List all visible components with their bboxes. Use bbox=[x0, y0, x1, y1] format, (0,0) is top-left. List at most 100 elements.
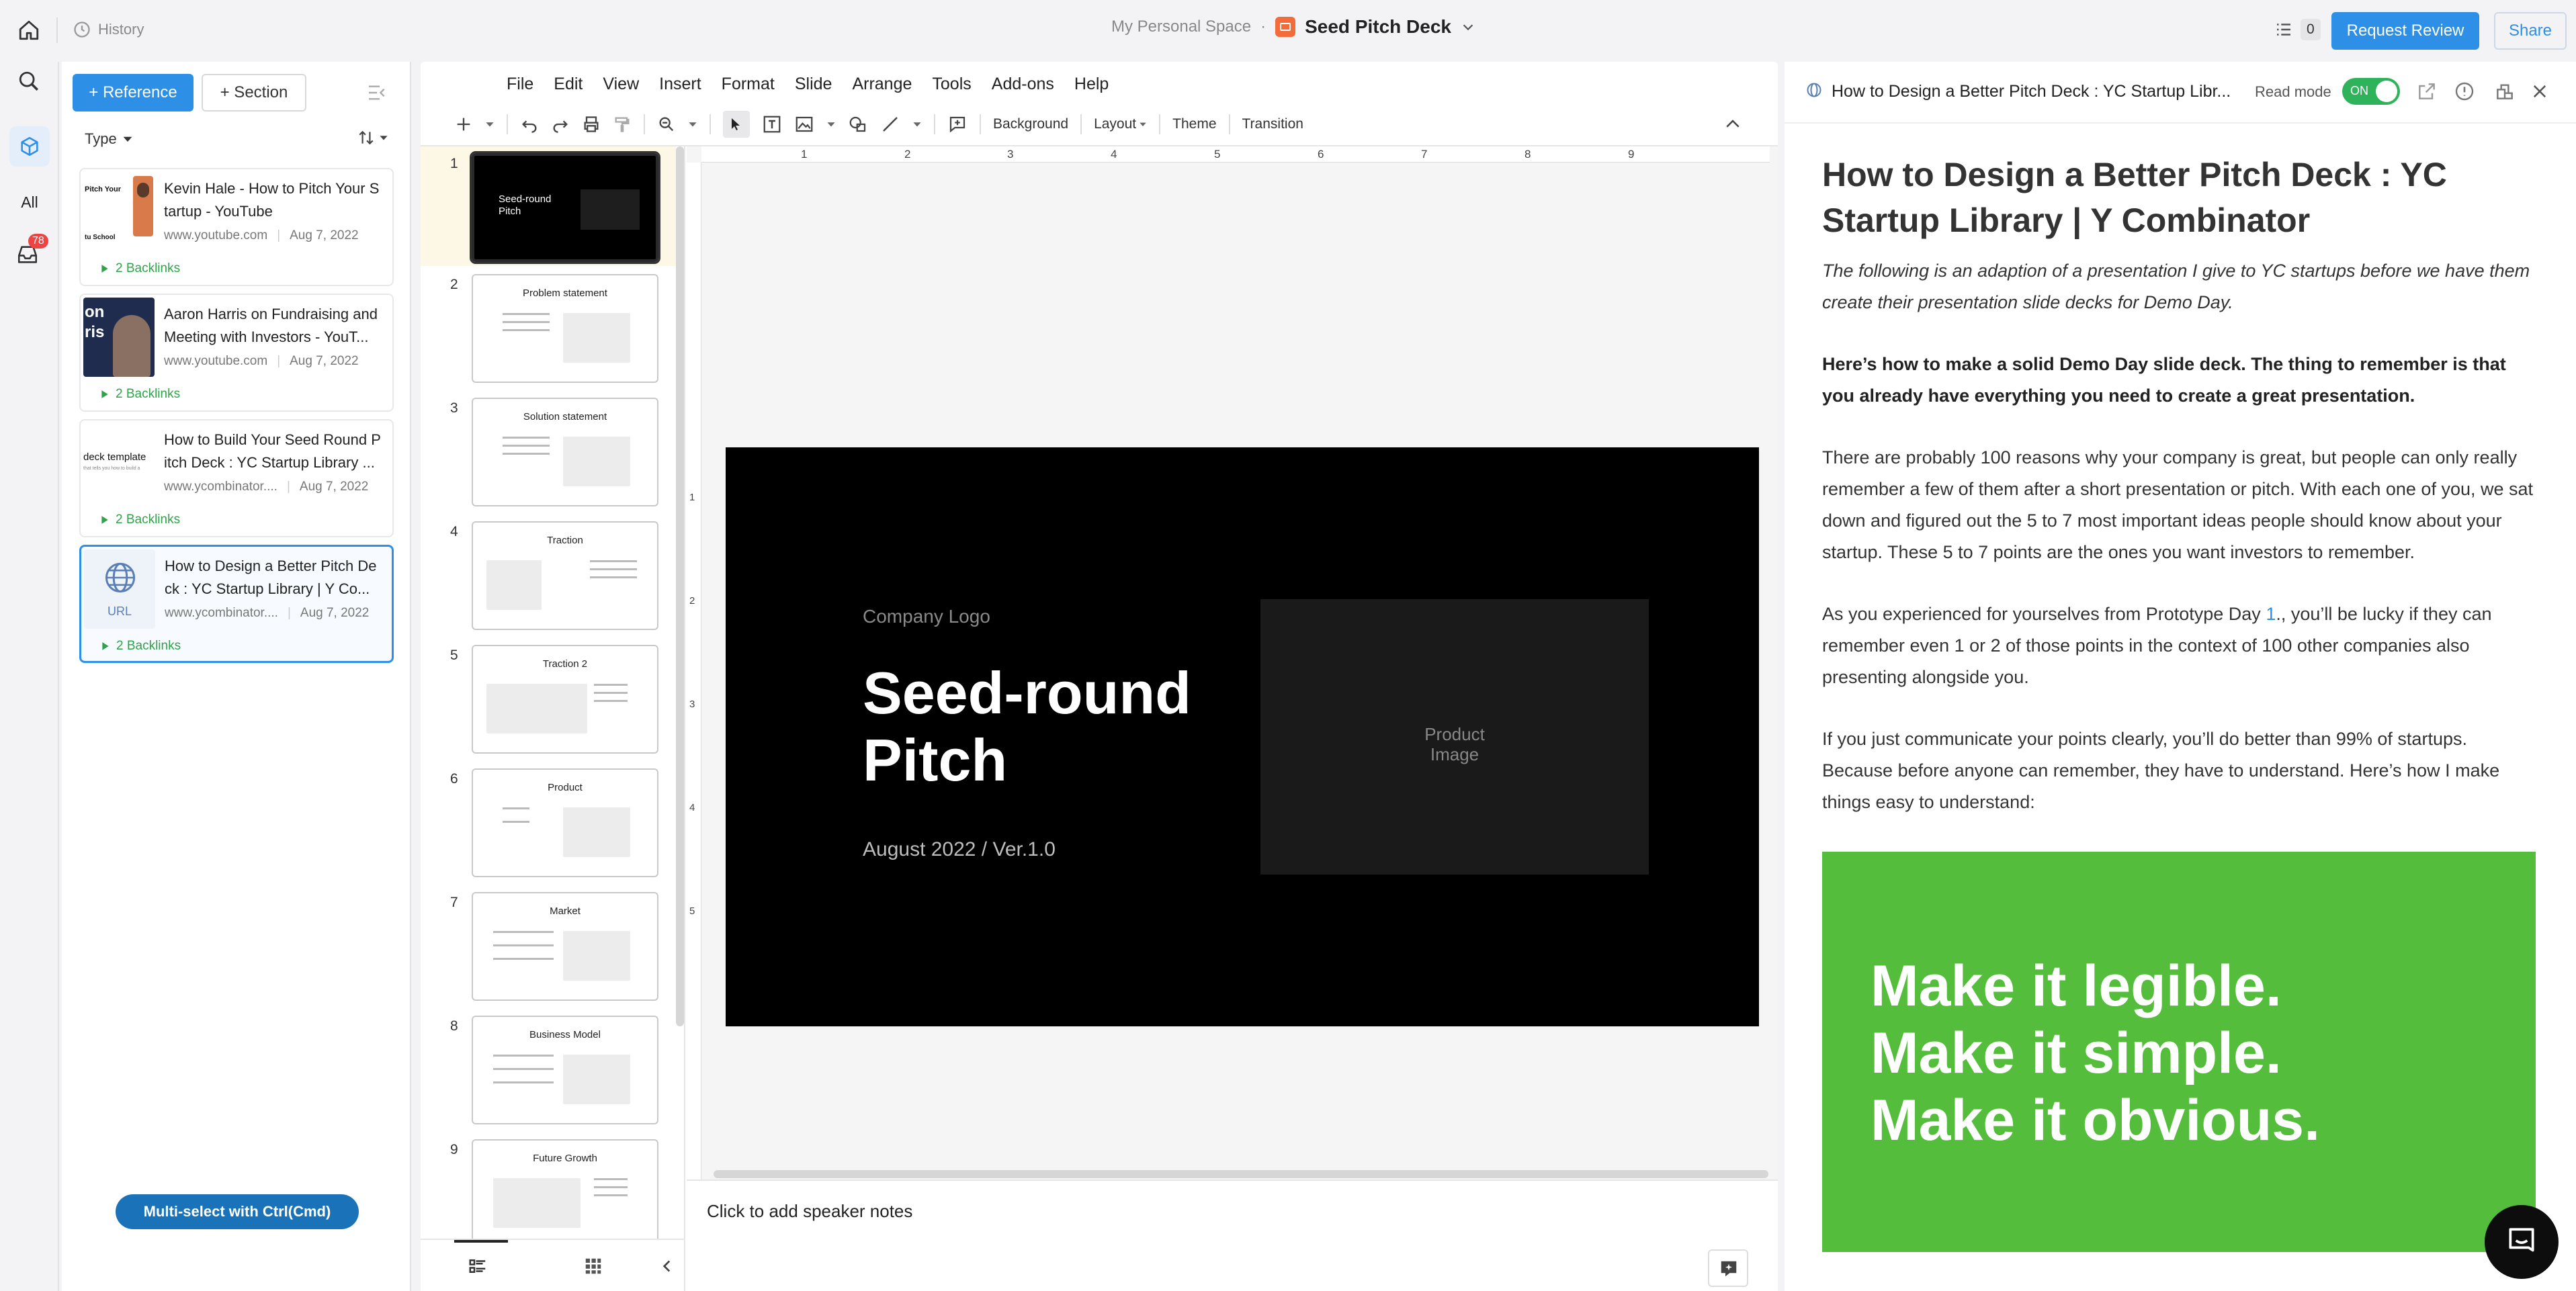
current-slide[interactable]: Company Logo Seed-round Pitch August 2022… bbox=[726, 447, 1759, 1026]
layout-button[interactable]: Layout bbox=[1094, 116, 1147, 132]
filmstrip-scrollbar[interactable] bbox=[676, 146, 684, 1026]
triangle-right-icon bbox=[101, 265, 108, 273]
sort-button[interactable] bbox=[357, 129, 388, 146]
menu-file[interactable]: File bbox=[507, 75, 533, 94]
add-section-button[interactable]: + Section bbox=[202, 74, 306, 112]
list-view-icon[interactable] bbox=[468, 1256, 488, 1276]
menu-addons[interactable]: Add-ons bbox=[992, 75, 1054, 94]
speaker-notes[interactable]: Click to add speaker notes bbox=[687, 1179, 1778, 1291]
thumbnail-text: that tells you how to build a bbox=[83, 466, 140, 471]
caret-down-icon bbox=[123, 136, 132, 142]
line-icon[interactable] bbox=[880, 114, 900, 134]
explore-button[interactable] bbox=[1708, 1249, 1748, 1287]
caret-down-icon[interactable] bbox=[688, 120, 697, 129]
chevron-down-icon[interactable] bbox=[1461, 19, 1475, 34]
menu-insert[interactable]: Insert bbox=[659, 75, 701, 94]
menu-format[interactable]: Format bbox=[722, 75, 775, 94]
search-icon[interactable] bbox=[17, 70, 40, 93]
background-button[interactable]: Background bbox=[993, 116, 1068, 132]
zoom-icon[interactable] bbox=[657, 115, 676, 134]
comment-icon[interactable] bbox=[947, 114, 968, 134]
slide-title[interactable]: Seed-round Pitch bbox=[863, 660, 1191, 794]
backlinks-toggle[interactable]: 2 Backlinks bbox=[101, 639, 181, 654]
redo-icon[interactable] bbox=[551, 115, 570, 134]
theme-button[interactable]: Theme bbox=[1172, 116, 1216, 132]
paint-format-icon[interactable] bbox=[613, 115, 632, 134]
home-icon[interactable] bbox=[17, 19, 40, 42]
caret-down-icon[interactable] bbox=[485, 120, 495, 129]
shape-icon[interactable] bbox=[848, 114, 868, 134]
caret-down-icon[interactable] bbox=[912, 120, 922, 129]
speaker-notes-placeholder[interactable]: Click to add speaker notes bbox=[707, 1201, 912, 1222]
slide-subtitle[interactable]: August 2022 / Ver.1.0 bbox=[863, 838, 1056, 861]
all-tab[interactable]: All bbox=[0, 193, 59, 212]
reference-panel: + Reference + Section Type Pitch Your tu… bbox=[62, 62, 411, 1291]
transition-button[interactable]: Transition bbox=[1242, 116, 1303, 132]
menu-slide[interactable]: Slide bbox=[795, 75, 832, 94]
close-icon[interactable] bbox=[2530, 82, 2549, 101]
history-button[interactable]: History bbox=[73, 20, 144, 39]
canvas-scrollbar[interactable] bbox=[714, 1170, 1768, 1178]
add-reference-button[interactable]: + Reference bbox=[73, 74, 194, 112]
slide-thumbnail-2[interactable]: Problem statement bbox=[472, 274, 658, 383]
slide-thumbnail-8[interactable]: Business Model bbox=[472, 1016, 658, 1124]
info-icon[interactable] bbox=[2454, 81, 2475, 102]
reference-card-selected[interactable]: URL How to Design a Better Pitch De ck : … bbox=[79, 545, 394, 663]
caret-down-icon[interactable] bbox=[826, 120, 836, 129]
slide-number: 1 bbox=[450, 156, 458, 171]
grid-view-icon[interactable] bbox=[583, 1256, 603, 1276]
company-logo-placeholder[interactable]: Company Logo bbox=[863, 606, 990, 627]
menu-tools[interactable]: Tools bbox=[932, 75, 971, 94]
chevron-up-icon[interactable] bbox=[1723, 114, 1743, 134]
globe-icon bbox=[1807, 83, 1821, 97]
sort-icon bbox=[359, 130, 374, 145]
backlinks-toggle[interactable]: 2 Backlinks bbox=[101, 513, 180, 527]
menu-help[interactable]: Help bbox=[1074, 75, 1109, 94]
slide-thumbnail-7[interactable]: Market bbox=[472, 892, 658, 1001]
inbox-button[interactable]: 78 bbox=[16, 234, 48, 269]
add-icon[interactable] bbox=[454, 115, 473, 134]
image-icon[interactable] bbox=[794, 114, 814, 134]
multi-select-hint-button[interactable]: Multi-select with Ctrl(Cmd) bbox=[116, 1194, 359, 1229]
slides-editor: File Edit View Insert Format Slide Arran… bbox=[421, 62, 1778, 1291]
slide-thumbnail-9[interactable]: Future Growth bbox=[472, 1139, 658, 1248]
slide-thumbnail-5[interactable]: Traction 2 bbox=[472, 645, 658, 754]
menu-view[interactable]: View bbox=[603, 75, 639, 94]
menu-bar: File Edit View Insert Format Slide Arran… bbox=[507, 67, 1129, 101]
slide-thumbnail-4[interactable]: Traction bbox=[472, 521, 658, 630]
slide-thumbnail-1[interactable]: Seed-round Pitch bbox=[470, 151, 660, 264]
article-bold-paragraph: Here’s how to make a solid Demo Day slid… bbox=[1822, 354, 2506, 406]
backlinks-toggle[interactable]: 2 Backlinks bbox=[101, 261, 180, 276]
article-paragraph: As you experienced for yourselves from P… bbox=[1822, 604, 2492, 687]
slide-thumbnail-3[interactable]: Solution statement bbox=[472, 398, 658, 506]
document-title[interactable]: Seed Pitch Deck bbox=[1305, 16, 1451, 38]
chat-support-button[interactable] bbox=[2485, 1205, 2559, 1279]
menu-arrange[interactable]: Arrange bbox=[852, 75, 912, 94]
reference-title: Aaron Harris on Fundraising and Meeting w… bbox=[164, 306, 378, 345]
select-tool[interactable] bbox=[723, 111, 750, 138]
slide-number: 3 bbox=[450, 400, 458, 416]
request-review-button[interactable]: Request Review bbox=[2331, 12, 2479, 50]
slide-thumbnail-6[interactable]: Product bbox=[472, 768, 658, 877]
split-view-icon[interactable] bbox=[2494, 81, 2516, 102]
type-filter[interactable]: Type bbox=[85, 130, 133, 148]
read-mode-toggle[interactable]: ON bbox=[2342, 78, 2400, 105]
share-button[interactable]: Share bbox=[2494, 12, 2567, 50]
text-box-icon[interactable] bbox=[762, 114, 782, 134]
product-image-placeholder[interactable]: Product Image bbox=[1260, 599, 1649, 875]
backlinks-toggle[interactable]: 2 Backlinks bbox=[101, 387, 180, 402]
collapse-panel-icon[interactable] bbox=[366, 82, 388, 103]
library-tab[interactable] bbox=[9, 126, 50, 167]
reference-card[interactable]: deck template that tells you how to buil… bbox=[79, 419, 394, 537]
chevron-left-icon[interactable] bbox=[658, 1257, 676, 1275]
menu-edit[interactable]: Edit bbox=[554, 75, 583, 94]
video-thumbnail: on ris bbox=[83, 298, 155, 377]
footnote-link[interactable]: 1 bbox=[2266, 604, 2276, 624]
reference-card[interactable]: on ris Aaron Harris on Fundraising and Me… bbox=[79, 294, 394, 412]
reference-card[interactable]: Pitch Your tu School Kevin Hale - How to… bbox=[79, 168, 394, 286]
external-link-icon[interactable] bbox=[2416, 81, 2438, 102]
undo-icon[interactable] bbox=[520, 115, 539, 134]
space-name[interactable]: My Personal Space bbox=[1111, 17, 1251, 36]
print-icon[interactable] bbox=[582, 115, 601, 134]
task-counter[interactable]: 0 bbox=[2274, 19, 2321, 40]
